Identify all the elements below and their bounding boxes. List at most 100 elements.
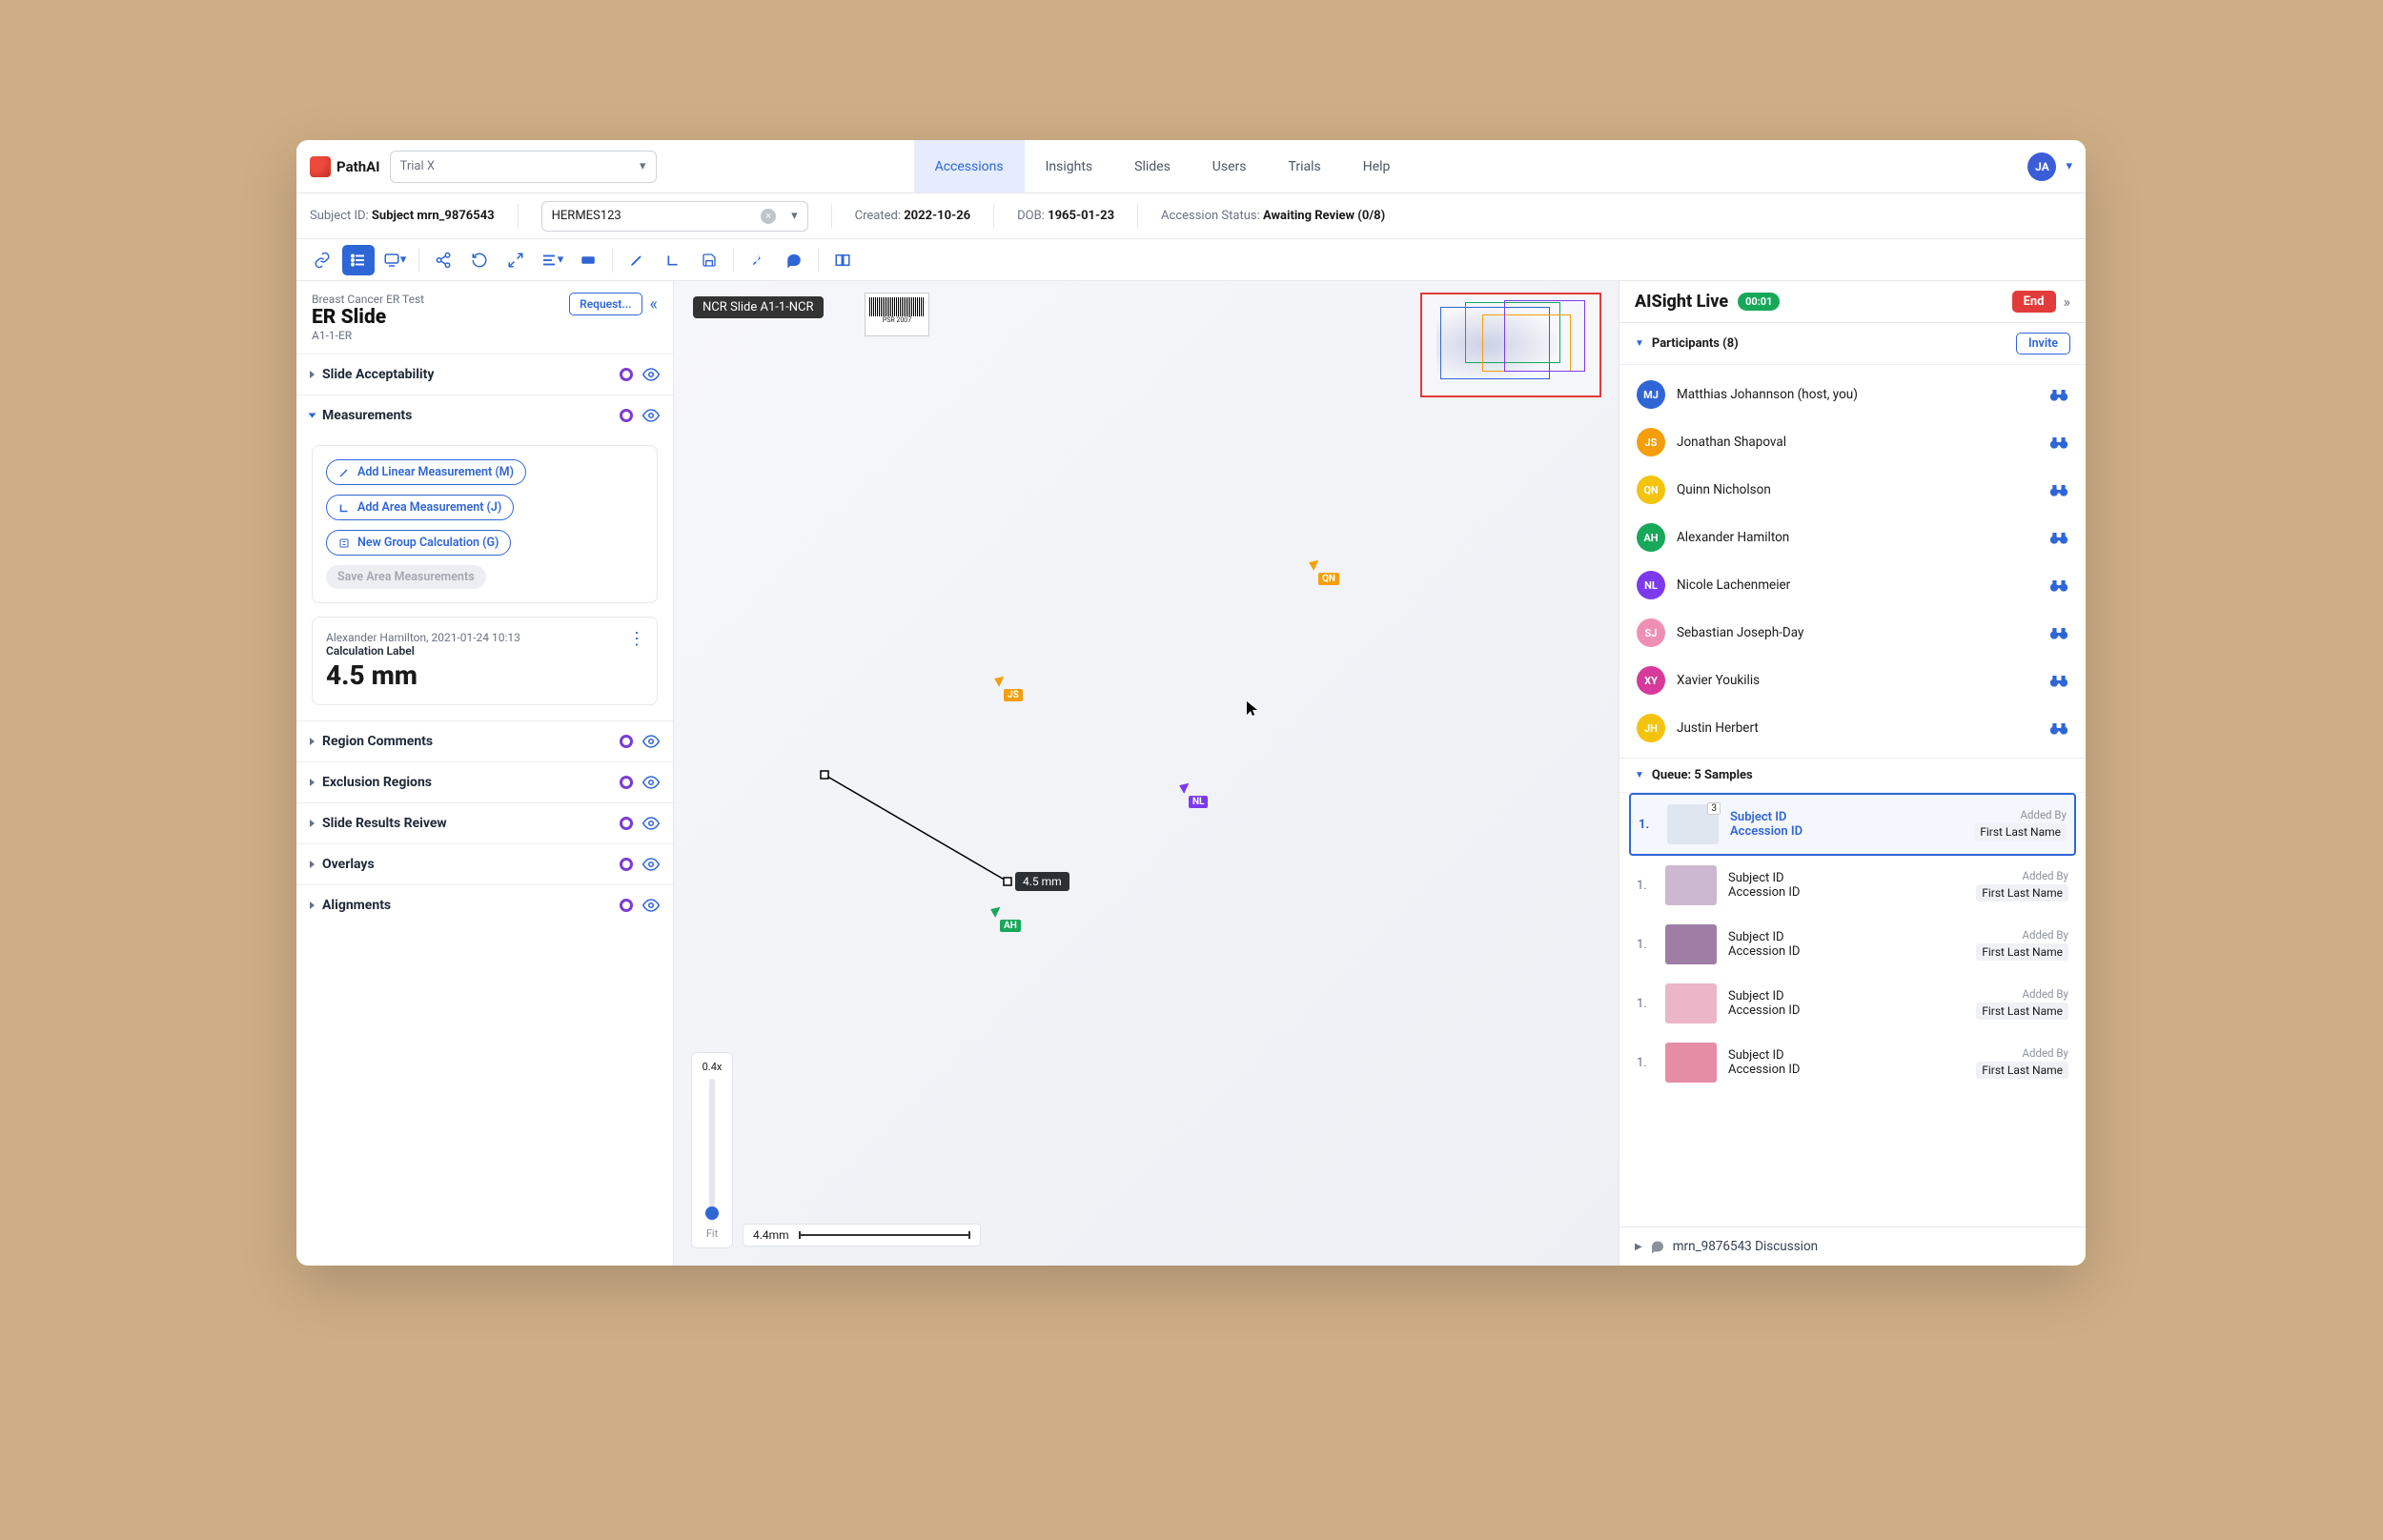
- queue-row[interactable]: 1.Subject IDAccession IDAdded ByFirst La…: [1629, 1033, 2076, 1092]
- top-nav: PathAI Trial X ▾ AccessionsInsightsSlide…: [296, 140, 2086, 193]
- participant-row[interactable]: AHAlexander Hamilton: [1629, 514, 2076, 561]
- divider: [1137, 204, 1138, 229]
- queue-number: 1.: [1637, 938, 1654, 952]
- section-results-review[interactable]: Slide Results Reivew: [296, 802, 673, 843]
- end-button[interactable]: End: [2012, 291, 2056, 313]
- add-area-button[interactable]: Add Area Measurement (J): [326, 495, 514, 520]
- eye-icon[interactable]: [642, 897, 660, 914]
- participant-row[interactable]: NLNicole Lachenmeier: [1629, 561, 2076, 609]
- zoom-handle[interactable]: [705, 1206, 719, 1220]
- eye-icon[interactable]: [642, 733, 660, 750]
- link-icon[interactable]: [306, 245, 338, 275]
- participant-cursor: NL: [1189, 796, 1208, 808]
- zoom-slider[interactable]: [709, 1079, 715, 1222]
- queue-row[interactable]: 1.Subject IDAccession IDAdded ByFirst La…: [1629, 974, 2076, 1033]
- minimap[interactable]: [1420, 293, 1601, 397]
- request-button[interactable]: Request...: [569, 293, 642, 315]
- user-avatar[interactable]: JA: [2027, 152, 2056, 181]
- add-linear-button[interactable]: Add Linear Measurement (M): [326, 459, 526, 485]
- nav-tab-help[interactable]: Help: [1342, 140, 1412, 192]
- participants-list: MJMatthias Johannson (host, you)JSJonath…: [1619, 365, 2086, 758]
- participant-row[interactable]: SJSebastian Joseph-Day: [1629, 609, 2076, 657]
- queue-thumbnail: [1665, 983, 1717, 1023]
- queue-row[interactable]: 1.Subject IDAccession IDAdded ByFirst La…: [1629, 915, 2076, 974]
- binoculars-icon[interactable]: [2049, 482, 2068, 497]
- accession-selector[interactable]: HERMES123 × ▾: [541, 201, 808, 232]
- monitor-icon[interactable]: ▾: [378, 245, 411, 275]
- highlighter-icon[interactable]: [742, 245, 774, 275]
- participant-row[interactable]: JHJustin Herbert: [1629, 704, 2076, 752]
- expand-panel-icon[interactable]: »: [2064, 293, 2071, 311]
- align-icon[interactable]: ▾: [536, 245, 568, 275]
- comment-icon[interactable]: [778, 245, 810, 275]
- slide-viewer[interactable]: NCR Slide A1-1-NCR PSR 2007 4.5 mm JSQNN…: [674, 281, 1619, 1266]
- slide-tag: NCR Slide A1-1-NCR: [693, 296, 824, 318]
- discussion-section[interactable]: ▶ mrn_9876543 Discussion: [1619, 1226, 2086, 1266]
- nav-tab-accessions[interactable]: Accessions: [914, 140, 1025, 192]
- binoculars-icon[interactable]: [2049, 673, 2068, 688]
- fullscreen-icon[interactable]: [499, 245, 532, 275]
- section-exclusion[interactable]: Exclusion Regions: [296, 761, 673, 802]
- participant-row[interactable]: QNQuinn Nicholson: [1629, 466, 2076, 514]
- section-label: Slide Results Reivew: [322, 816, 447, 831]
- chevron-right-icon: [310, 902, 315, 909]
- zoom-fit[interactable]: Fit: [696, 1227, 728, 1240]
- list-icon[interactable]: [342, 245, 375, 275]
- participant-row[interactable]: JSJonathan Shapoval: [1629, 418, 2076, 466]
- nav-tab-trials[interactable]: Trials: [1268, 140, 1342, 192]
- section-label: Exclusion Regions: [322, 775, 432, 790]
- eye-icon[interactable]: [642, 815, 660, 832]
- section-acceptability[interactable]: Slide Acceptability: [296, 354, 673, 395]
- toolbar: ▾ ▾: [296, 239, 2086, 281]
- participants-header[interactable]: ▼ Participants (8) Invite: [1619, 323, 2086, 365]
- queue-row[interactable]: 1.3Subject IDAccession IDAdded ByFirst L…: [1629, 793, 2076, 856]
- nav-tab-users[interactable]: Users: [1192, 140, 1268, 192]
- eye-icon[interactable]: [642, 366, 660, 383]
- trial-selector[interactable]: Trial X ▾: [390, 151, 657, 183]
- share-icon[interactable]: [427, 245, 459, 275]
- nav-tab-slides[interactable]: Slides: [1113, 140, 1192, 192]
- clear-icon[interactable]: ×: [761, 209, 776, 224]
- pen-icon[interactable]: [621, 245, 653, 275]
- collapse-panel-icon[interactable]: «: [650, 294, 658, 314]
- participant-name: Jonathan Shapoval: [1677, 435, 2038, 450]
- binoculars-icon[interactable]: [2049, 720, 2068, 736]
- binoculars-icon[interactable]: [2049, 578, 2068, 593]
- queue-header[interactable]: ▼ Queue: 5 Samples: [1619, 758, 2086, 793]
- chevron-right-icon: [310, 738, 315, 745]
- compare-icon[interactable]: [826, 245, 859, 275]
- new-group-button[interactable]: New Group Calculation (G): [326, 530, 511, 556]
- brand-logo[interactable]: PathAI: [310, 156, 380, 177]
- rotate-icon[interactable]: [463, 245, 496, 275]
- eye-icon[interactable]: [642, 774, 660, 791]
- section-alignments[interactable]: Alignments: [296, 884, 673, 925]
- subject-value: Subject mrn_9876543: [372, 209, 495, 223]
- queue-number: 1.: [1639, 818, 1656, 832]
- nav-tab-insights[interactable]: Insights: [1025, 140, 1114, 192]
- queue-thumbnail: 3: [1667, 804, 1719, 844]
- participant-row[interactable]: XYXavier Youkilis: [1629, 657, 2076, 704]
- eye-icon[interactable]: [642, 407, 660, 424]
- invite-button[interactable]: Invite: [2016, 333, 2070, 355]
- ruler-icon[interactable]: [657, 245, 689, 275]
- binoculars-icon[interactable]: [2049, 435, 2068, 450]
- status-label: Accession Status:: [1161, 209, 1260, 223]
- binoculars-icon[interactable]: [2049, 625, 2068, 640]
- save-icon[interactable]: [693, 245, 725, 275]
- zoom-control[interactable]: 0.4x Fit: [691, 1052, 733, 1248]
- participant-cursor: QN: [1318, 573, 1339, 585]
- chevron-down-icon[interactable]: ▾: [2066, 159, 2072, 173]
- participant-row[interactable]: MJMatthias Johannson (host, you): [1629, 371, 2076, 418]
- binoculars-icon[interactable]: [2049, 530, 2068, 545]
- queue-row[interactable]: 1.Subject IDAccession IDAdded ByFirst La…: [1629, 856, 2076, 915]
- button-label: New Group Calculation (G): [357, 536, 499, 550]
- section-region-comments[interactable]: Region Comments: [296, 720, 673, 761]
- binoculars-icon[interactable]: [2049, 387, 2068, 402]
- keyboard-icon[interactable]: [572, 245, 604, 275]
- button-label: Save Area Measurements: [337, 570, 475, 584]
- eye-icon[interactable]: [642, 856, 660, 873]
- divider: [518, 204, 519, 229]
- section-measurements[interactable]: Measurements: [296, 395, 673, 436]
- section-overlays[interactable]: Overlays: [296, 843, 673, 884]
- kebab-icon[interactable]: ⋮: [628, 629, 645, 649]
